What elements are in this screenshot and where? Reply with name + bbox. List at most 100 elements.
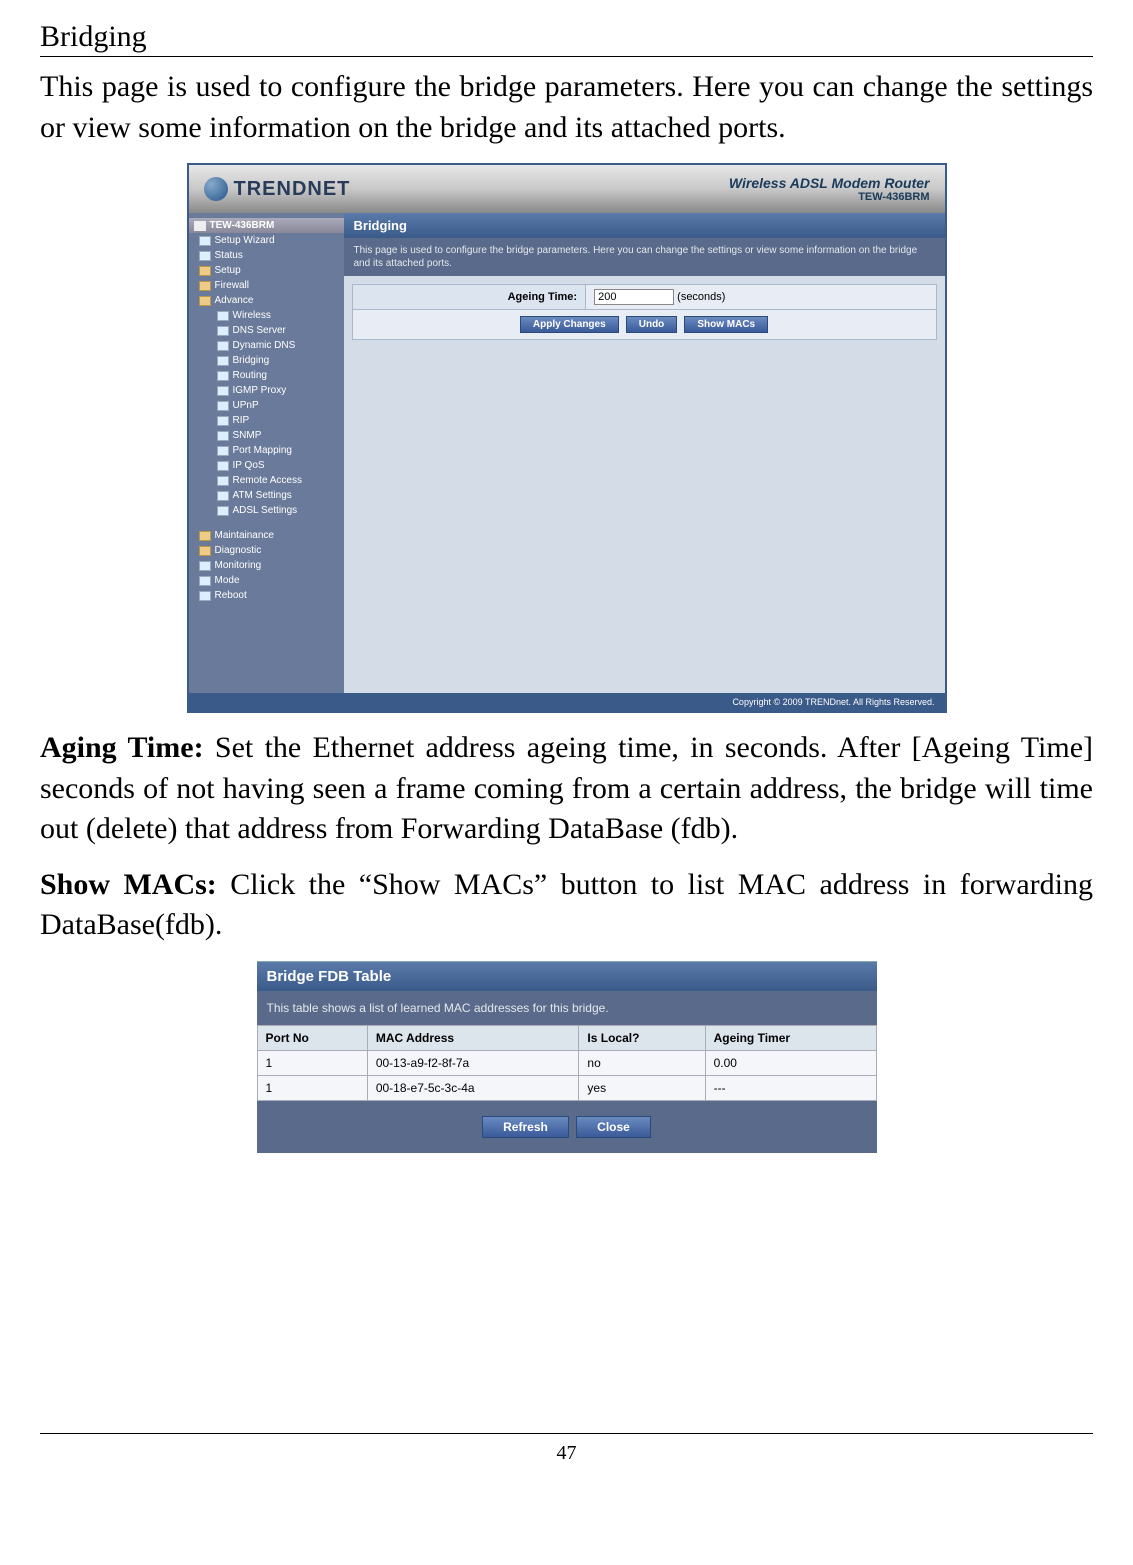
col-is-local: Is Local? xyxy=(579,1025,705,1050)
nav-label: Wireless xyxy=(233,310,271,321)
nav-label: Setup Wizard xyxy=(215,235,275,246)
nav-adsl-settings[interactable]: ADSL Settings xyxy=(189,503,344,518)
nav-rip[interactable]: RIP xyxy=(189,413,344,428)
page-icon xyxy=(199,251,211,261)
cell-local: no xyxy=(579,1050,705,1075)
form-table: Ageing Time: (seconds) Apply Changes Und… xyxy=(352,284,937,340)
cell-port: 1 xyxy=(257,1075,367,1100)
sidebar: TEW-436BRM Setup Wizard Status Setup Fir… xyxy=(189,213,344,693)
page-icon xyxy=(217,356,229,366)
nav-port-mapping[interactable]: Port Mapping xyxy=(189,443,344,458)
nav-label: Bridging xyxy=(233,355,270,366)
cell-local: yes xyxy=(579,1075,705,1100)
nav-root[interactable]: TEW-436BRM xyxy=(189,218,344,233)
page-icon xyxy=(217,506,229,516)
nav-dynamic-dns[interactable]: Dynamic DNS xyxy=(189,338,344,353)
router-body: TEW-436BRM Setup Wizard Status Setup Fir… xyxy=(189,213,945,693)
nav-maintainance[interactable]: Maintainance xyxy=(189,528,344,543)
nav-label: Status xyxy=(215,250,243,261)
router-header: TRENDNET Wireless ADSL Modem Router TEW-… xyxy=(189,165,945,213)
page-icon xyxy=(217,311,229,321)
nav-setup-wizard[interactable]: Setup Wizard xyxy=(189,233,344,248)
nav-remote-access[interactable]: Remote Access xyxy=(189,473,344,488)
folder-icon xyxy=(199,546,211,556)
product-title: Wireless ADSL Modem Router TEW-436BRM xyxy=(729,175,930,203)
nav-mode[interactable]: Mode xyxy=(189,573,344,588)
nav-label: IGMP Proxy xyxy=(233,385,287,396)
cell-mac: 00-18-e7-5c-3c-4a xyxy=(367,1075,579,1100)
button-row: Apply Changes Undo Show MACs xyxy=(352,310,936,340)
undo-button[interactable]: Undo xyxy=(626,316,678,333)
nav-igmp-proxy[interactable]: IGMP Proxy xyxy=(189,383,344,398)
ageing-time-input[interactable] xyxy=(594,289,674,305)
table-row: 1 00-13-a9-f2-8f-7a no 0.00 xyxy=(257,1050,876,1075)
intro-paragraph: This page is used to configure the bridg… xyxy=(40,67,1093,148)
cell-timer: --- xyxy=(705,1075,876,1100)
nav-label: Dynamic DNS xyxy=(233,340,296,351)
nav-firewall[interactable]: Firewall xyxy=(189,278,344,293)
cell-timer: 0.00 xyxy=(705,1050,876,1075)
nav-dns-server[interactable]: DNS Server xyxy=(189,323,344,338)
nav-label: Reboot xyxy=(215,590,247,601)
page-icon xyxy=(199,591,211,601)
product-main: Wireless ADSL Modem Router xyxy=(729,175,930,191)
aging-time-label: Aging Time: xyxy=(40,731,204,764)
show-macs-label: Show MACs: xyxy=(40,868,217,901)
nav-diagnostic[interactable]: Diagnostic xyxy=(189,543,344,558)
apply-changes-button[interactable]: Apply Changes xyxy=(520,316,619,333)
page-icon xyxy=(199,561,211,571)
nav-monitoring[interactable]: Monitoring xyxy=(189,558,344,573)
col-ageing-timer: Ageing Timer xyxy=(705,1025,876,1050)
page-icon xyxy=(217,491,229,501)
nav-label: RIP xyxy=(233,415,250,426)
ageing-time-cell: (seconds) xyxy=(586,285,936,310)
nav-status[interactable]: Status xyxy=(189,248,344,263)
router-screenshot: TRENDNET Wireless ADSL Modem Router TEW-… xyxy=(187,163,947,713)
close-button[interactable]: Close xyxy=(576,1116,651,1138)
table-row: 1 00-18-e7-5c-3c-4a yes --- xyxy=(257,1075,876,1100)
page-icon xyxy=(199,576,211,586)
brand: TRENDNET xyxy=(204,177,351,201)
fdb-buttons: Refresh Close xyxy=(257,1101,877,1153)
section-title: Bridging xyxy=(40,20,1093,57)
brand-text: TRENDNET xyxy=(234,178,351,201)
nav-root-label: TEW-436BRM xyxy=(210,220,275,231)
nav-upnp[interactable]: UPnP xyxy=(189,398,344,413)
brand-logo-icon xyxy=(204,177,228,201)
page-icon xyxy=(217,431,229,441)
show-macs-button[interactable]: Show MACs xyxy=(684,316,768,333)
nav-routing[interactable]: Routing xyxy=(189,368,344,383)
nav-label: ADSL Settings xyxy=(233,505,298,516)
nav-atm-settings[interactable]: ATM Settings xyxy=(189,488,344,503)
fdb-title: Bridge FDB Table xyxy=(257,961,877,991)
nav-label: Setup xyxy=(215,265,241,276)
nav-wireless[interactable]: Wireless xyxy=(189,308,344,323)
cell-port: 1 xyxy=(257,1050,367,1075)
panel-desc: This page is used to configure the bridg… xyxy=(344,238,945,276)
page-icon xyxy=(217,416,229,426)
nav-label: Mode xyxy=(215,575,240,586)
nav-setup[interactable]: Setup xyxy=(189,263,344,278)
cell-mac: 00-13-a9-f2-8f-7a xyxy=(367,1050,579,1075)
page-icon xyxy=(199,236,211,246)
show-macs-paragraph: Show MACs: Click the “Show MACs” button … xyxy=(40,865,1093,946)
nav-snmp[interactable]: SNMP xyxy=(189,428,344,443)
page-icon xyxy=(217,446,229,456)
page-icon xyxy=(217,461,229,471)
nav-bridging[interactable]: Bridging xyxy=(189,353,344,368)
page-number: 47 xyxy=(40,1433,1093,1465)
col-mac-address: MAC Address xyxy=(367,1025,579,1050)
nav-advance[interactable]: Advance xyxy=(189,293,344,308)
nav-reboot[interactable]: Reboot xyxy=(189,588,344,603)
fdb-screenshot: Bridge FDB Table This table shows a list… xyxy=(257,961,877,1153)
nav-label: IP QoS xyxy=(233,460,265,471)
nav-label: SNMP xyxy=(233,430,262,441)
nav-ip-qos[interactable]: IP QoS xyxy=(189,458,344,473)
refresh-button[interactable]: Refresh xyxy=(482,1116,569,1138)
nav-label: Routing xyxy=(233,370,267,381)
form-area: Ageing Time: (seconds) Apply Changes Und… xyxy=(344,276,945,348)
content-area: Bridging This page is used to configure … xyxy=(344,213,945,693)
copyright-footer: Copyright © 2009 TRENDnet. All Rights Re… xyxy=(189,693,945,711)
nav-label: Port Mapping xyxy=(233,445,292,456)
product-model: TEW-436BRM xyxy=(729,191,930,203)
